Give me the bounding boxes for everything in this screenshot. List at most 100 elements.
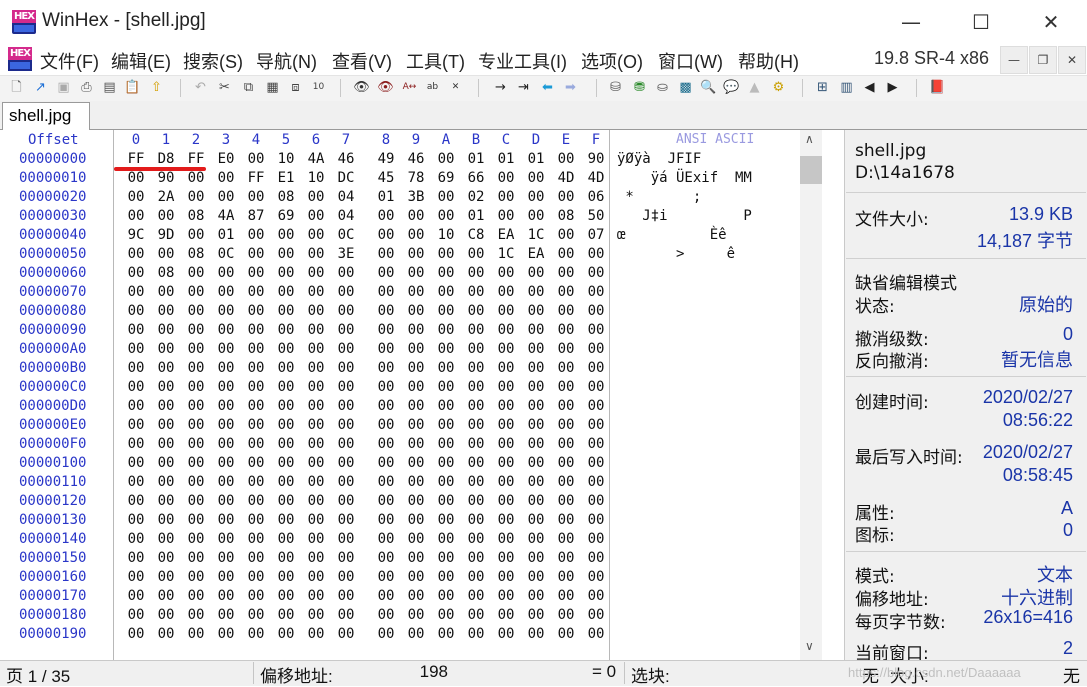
hex-byte[interactable]: 00 [181, 341, 211, 357]
ansi-text[interactable]: * ; [617, 189, 701, 205]
hex-byte[interactable]: 9C [121, 227, 151, 243]
hex-byte[interactable]: 00 [241, 265, 271, 281]
hex-byte[interactable]: 87 [241, 208, 271, 224]
hex-byte[interactable]: 00 [461, 512, 491, 528]
hex-byte[interactable]: 02 [461, 189, 491, 205]
hex-byte[interactable]: 00 [581, 550, 611, 566]
hex-byte[interactable]: FF [181, 151, 211, 167]
hex-byte[interactable]: 00 [431, 379, 461, 395]
hex-byte[interactable]: 00 [121, 265, 151, 281]
hex-byte[interactable]: 00 [431, 493, 461, 509]
hex-byte[interactable]: 00 [301, 569, 331, 585]
hex-byte[interactable]: 3E [331, 246, 361, 262]
hex-byte[interactable]: 00 [521, 360, 551, 376]
hex-byte[interactable]: 00 [211, 474, 241, 490]
hex-byte[interactable]: 00 [331, 398, 361, 414]
hex-byte[interactable]: 00 [491, 493, 521, 509]
hex-byte[interactable]: 00 [301, 531, 331, 547]
hex-byte[interactable]: 00 [371, 531, 401, 547]
hex-byte[interactable]: 00 [331, 626, 361, 642]
hex-byte[interactable]: 78 [401, 170, 431, 186]
hex-byte[interactable]: 00 [121, 189, 151, 205]
hex-byte[interactable]: 00 [551, 455, 581, 471]
hex-byte[interactable]: 00 [151, 417, 181, 433]
hex-byte[interactable]: 00 [271, 265, 301, 281]
clipboard-icon[interactable]: 📋 [124, 79, 141, 96]
hex-byte[interactable]: 00 [431, 208, 461, 224]
hex-byte[interactable]: 10 [271, 151, 301, 167]
hex-byte[interactable]: 00 [301, 398, 331, 414]
hex-byte[interactable]: 00 [121, 284, 151, 300]
hex-byte[interactable]: 00 [581, 512, 611, 528]
paste-icon[interactable]: ▦ [264, 79, 281, 96]
hex-byte[interactable]: 01 [371, 189, 401, 205]
hex-byte[interactable]: 00 [181, 626, 211, 642]
hex-byte[interactable]: 00 [551, 360, 581, 376]
hex-byte[interactable]: 00 [491, 550, 521, 566]
hex-byte[interactable]: 00 [121, 341, 151, 357]
hex-byte[interactable]: 00 [241, 227, 271, 243]
ansi-text[interactable]: œ Èê [617, 227, 727, 243]
replace-text-icon[interactable]: A↔ [401, 79, 418, 96]
hex-byte[interactable]: 00 [371, 436, 401, 452]
menu-help[interactable]: 帮助(H) [738, 48, 799, 74]
hex-byte[interactable]: 00 [581, 455, 611, 471]
hex-byte[interactable]: 00 [461, 474, 491, 490]
hex-byte[interactable]: 00 [371, 265, 401, 281]
hex-byte[interactable]: 00 [301, 322, 331, 338]
hex-byte[interactable]: 49 [371, 151, 401, 167]
hex-byte[interactable]: 00 [431, 607, 461, 623]
hex-byte[interactable]: 00 [121, 170, 151, 186]
hex-byte[interactable]: 4A [211, 208, 241, 224]
hex-byte[interactable]: 00 [301, 189, 331, 205]
hex-byte[interactable]: 00 [121, 417, 151, 433]
chat-icon[interactable]: 💬 [723, 79, 740, 96]
hex-byte[interactable]: 00 [301, 588, 331, 604]
hex-byte[interactable]: 00 [331, 284, 361, 300]
hex-byte[interactable]: 00 [241, 493, 271, 509]
hex-byte[interactable]: 00 [551, 227, 581, 243]
hex-byte[interactable]: 00 [331, 341, 361, 357]
hex-byte[interactable]: 90 [151, 170, 181, 186]
hex-byte[interactable]: 00 [121, 246, 151, 262]
hex-byte[interactable]: 00 [301, 550, 331, 566]
hex-byte[interactable]: 00 [581, 303, 611, 319]
mdi-minimize-button[interactable]: — [1000, 46, 1028, 74]
hex-byte[interactable]: 00 [121, 512, 151, 528]
hex-byte[interactable]: 00 [271, 246, 301, 262]
disk-icon[interactable]: ⛁ [607, 79, 624, 96]
hex-byte[interactable]: 00 [211, 379, 241, 395]
hex-byte[interactable]: 00 [461, 455, 491, 471]
menu-specialist-tools[interactable]: 专业工具(I) [478, 48, 567, 74]
hex-byte[interactable]: 90 [581, 151, 611, 167]
hex-byte[interactable]: 00 [551, 569, 581, 585]
hex-byte[interactable]: 00 [181, 379, 211, 395]
hex-byte[interactable]: 00 [211, 531, 241, 547]
hex-byte[interactable]: E0 [211, 151, 241, 167]
hex-byte[interactable]: 00 [331, 265, 361, 281]
find-text-icon[interactable]: 👁 [353, 79, 370, 96]
hex-byte[interactable]: 00 [521, 265, 551, 281]
hex-byte[interactable]: 00 [551, 493, 581, 509]
hex-byte[interactable]: 00 [461, 379, 491, 395]
hex-byte[interactable]: 00 [301, 607, 331, 623]
hex-byte[interactable]: 00 [521, 493, 551, 509]
hex-byte[interactable]: 00 [151, 588, 181, 604]
hex-byte[interactable]: 00 [431, 360, 461, 376]
hex-byte[interactable]: 00 [301, 208, 331, 224]
hex-byte[interactable]: 00 [521, 322, 551, 338]
hex-byte[interactable]: 00 [401, 322, 431, 338]
hex-byte[interactable]: 01 [461, 151, 491, 167]
menu-tools[interactable]: 工具(T) [406, 48, 465, 74]
hex-byte[interactable]: 00 [521, 208, 551, 224]
hex-byte[interactable]: 00 [581, 284, 611, 300]
hex-byte[interactable]: 00 [431, 341, 461, 357]
goto-offset-icon[interactable]: → [492, 79, 509, 96]
hex-byte[interactable]: 00 [301, 246, 331, 262]
hex-byte[interactable]: 00 [491, 474, 521, 490]
hex-byte[interactable]: 00 [461, 322, 491, 338]
hex-byte[interactable]: 00 [401, 360, 431, 376]
hex-byte[interactable]: 00 [371, 303, 401, 319]
hex-byte[interactable]: 00 [401, 284, 431, 300]
hex-byte[interactable]: 00 [551, 417, 581, 433]
